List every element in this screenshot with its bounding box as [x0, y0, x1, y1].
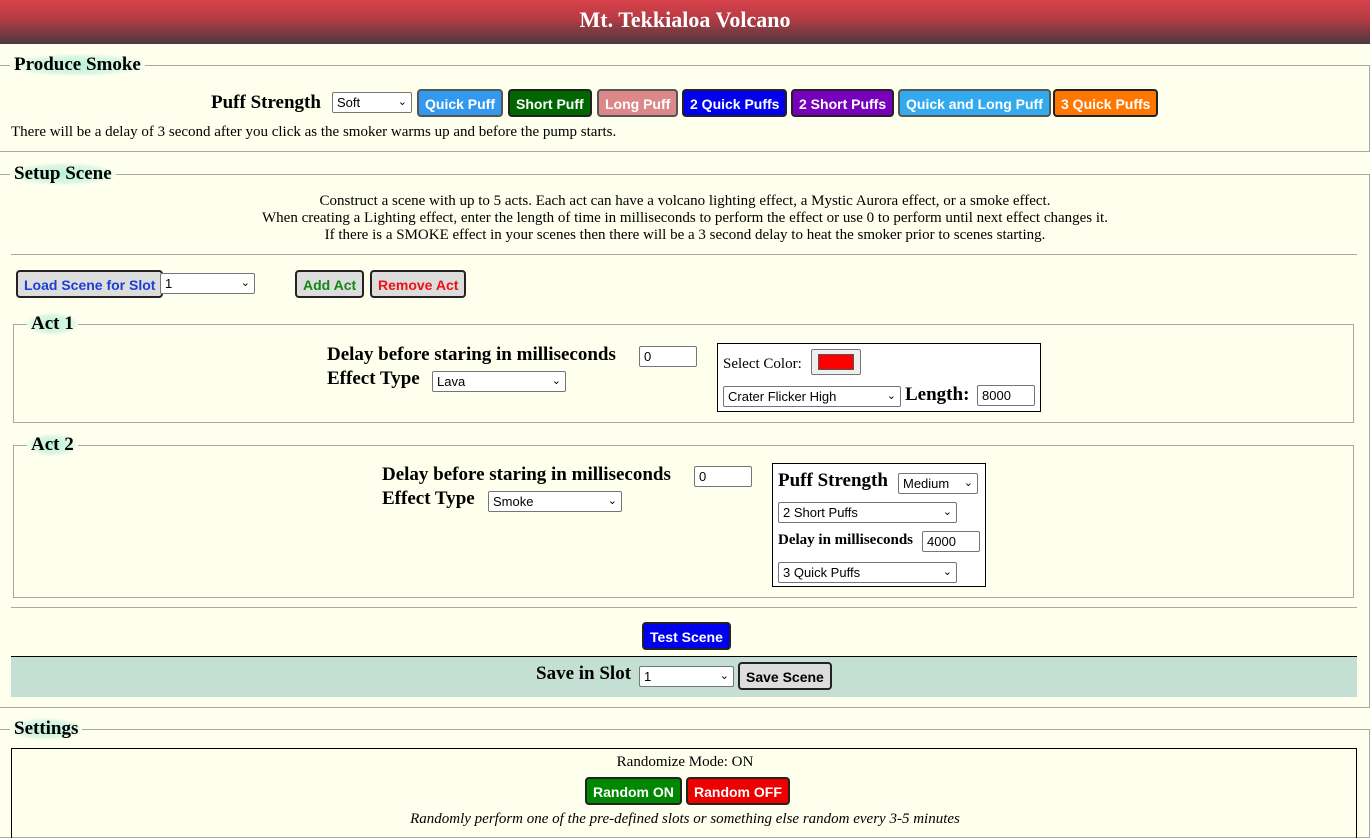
act-2-delay-label: Delay before staring in milliseconds	[382, 464, 671, 485]
test-scene-button[interactable]: Test Scene	[642, 622, 731, 650]
smoke-delay-note: There will be a delay of 3 second after …	[11, 124, 617, 140]
chevron-down-icon: ⌄	[963, 477, 973, 489]
chevron-down-icon: ⌄	[719, 670, 729, 682]
scene-info-line-3: If there is a SMOKE effect in your scene…	[324, 227, 1046, 243]
act-2-second-puff-select[interactable]: 3 Quick Puffs ⌄	[778, 562, 957, 583]
act-2-delay-ms-input[interactable]: 4000	[922, 531, 980, 552]
divider	[11, 254, 1357, 255]
random-off-button[interactable]: Random OFF	[686, 777, 790, 805]
three-quick-puffs-button[interactable]: 3 Quick Puffs	[1053, 89, 1159, 117]
act-1-length-input[interactable]: 8000	[977, 385, 1035, 406]
act-2-effect-type-select[interactable]: Smoke ⌄	[488, 491, 622, 512]
puff-strength-label: Puff Strength	[211, 92, 321, 113]
chevron-down-icon: ⌄	[240, 277, 250, 289]
save-in-slot-label: Save in Slot	[536, 663, 632, 684]
random-on-button[interactable]: Random ON	[585, 777, 682, 805]
act-2-legend: Act 2	[27, 434, 78, 456]
act-1-effect-type-select[interactable]: Lava ⌄	[432, 371, 566, 392]
long-puff-button[interactable]: Long Puff	[597, 89, 679, 117]
short-puff-button[interactable]: Short Puff	[508, 89, 592, 117]
chevron-down-icon: ⌄	[551, 375, 561, 387]
act-1-effect-type-label: Effect Type	[327, 368, 420, 389]
act-2-fieldset: Act 2	[13, 434, 1354, 598]
act-1-fieldset: Act 1	[13, 313, 1354, 423]
save-scene-button[interactable]: Save Scene	[738, 662, 832, 690]
random-note: Randomly perform one of the pre-defined …	[410, 811, 960, 827]
act-2-delay-ms-label: Delay in milliseconds	[778, 532, 914, 548]
select-color-label: Select Color:	[723, 356, 802, 372]
color-swatch	[818, 354, 854, 370]
act-2-first-puff-select[interactable]: 2 Short Puffs ⌄	[778, 502, 957, 523]
length-label: Length:	[905, 384, 970, 405]
act-1-delay-label: Delay before staring in milliseconds	[327, 344, 616, 365]
scene-info-line-2: When creating a Lighting effect, enter t…	[262, 210, 1108, 226]
setup-scene-legend: Setup Scene	[10, 163, 116, 185]
act-2-puff-strength-select[interactable]: Medium ⌄	[898, 473, 978, 494]
scene-instructions: Construct a scene with up to 5 acts. Eac…	[0, 193, 1370, 244]
load-slot-select[interactable]: 1 ⌄	[160, 273, 255, 294]
page-title: Mt. Tekkialoa Volcano	[579, 7, 791, 32]
two-quick-puffs-button[interactable]: 2 Quick Puffs	[682, 89, 788, 117]
act-2-effect-type-label: Effect Type	[382, 488, 475, 509]
chevron-down-icon: ⌄	[397, 96, 407, 108]
load-scene-button[interactable]: Load Scene for Slot	[16, 270, 164, 298]
app-title-bar: Mt. Tekkialoa Volcano	[0, 0, 1370, 44]
add-act-button[interactable]: Add Act	[295, 270, 365, 298]
color-picker[interactable]	[811, 349, 861, 375]
scene-info-line-1: Construct a scene with up to 5 acts. Eac…	[319, 193, 1051, 209]
save-slot-select[interactable]: 1 ⌄	[639, 666, 734, 687]
randomize-mode-status: Randomize Mode: ON	[616, 754, 754, 770]
two-short-puffs-button[interactable]: 2 Short Puffs	[791, 89, 895, 117]
act-1-delay-input[interactable]: 0	[639, 346, 697, 367]
act-2-delay-input[interactable]: 0	[694, 466, 752, 487]
quick-puff-button[interactable]: Quick Puff	[417, 89, 504, 117]
chevron-down-icon: ⌄	[886, 390, 896, 402]
act-2-puff-strength-label: Puff Strength	[778, 470, 888, 491]
chevron-down-icon: ⌄	[942, 566, 952, 578]
quick-and-long-puff-button[interactable]: Quick and Long Puff	[898, 89, 1051, 117]
settings-legend: Settings	[10, 718, 83, 740]
act-1-effect-select[interactable]: Crater Flicker High ⌄	[723, 386, 901, 407]
divider	[11, 607, 1357, 608]
puff-strength-select[interactable]: Soft ⌄	[332, 92, 412, 113]
chevron-down-icon: ⌄	[942, 506, 952, 518]
chevron-down-icon: ⌄	[607, 495, 617, 507]
produce-smoke-legend: Produce Smoke	[10, 54, 145, 76]
act-1-legend: Act 1	[27, 313, 78, 335]
remove-act-button[interactable]: Remove Act	[370, 270, 467, 298]
